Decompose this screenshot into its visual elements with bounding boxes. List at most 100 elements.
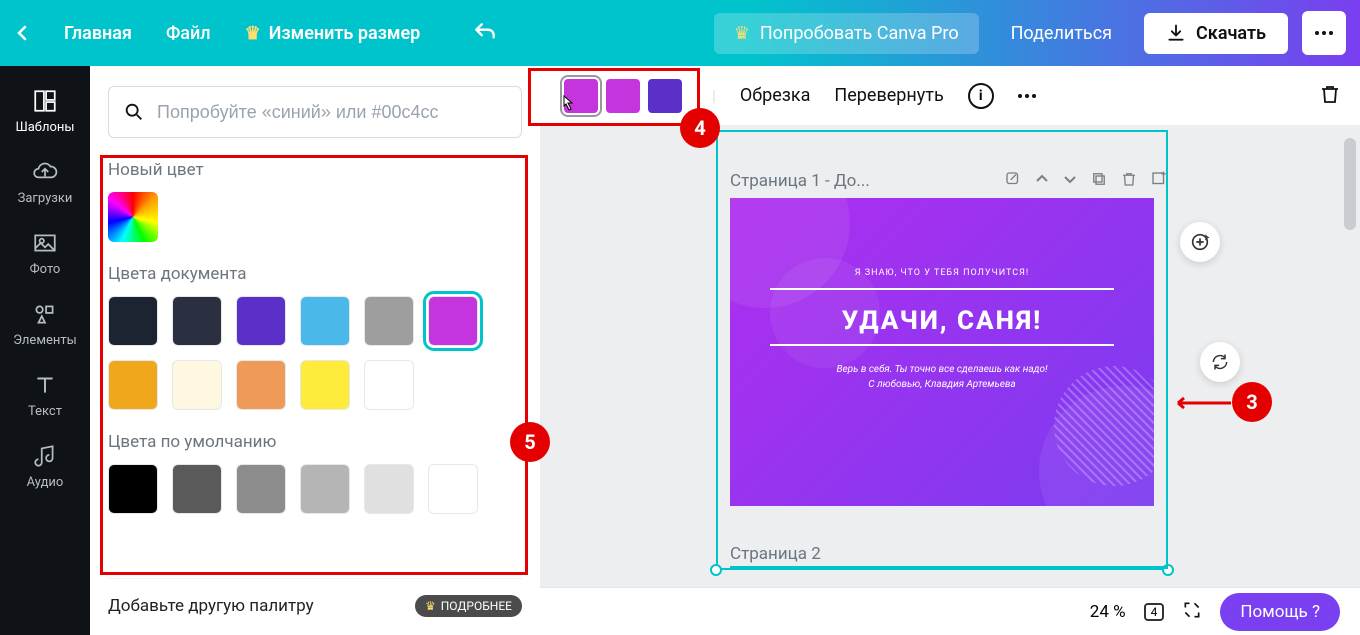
zoom-level[interactable]: 24 % bbox=[1090, 602, 1126, 622]
doc-color-swatch[interactable] bbox=[300, 296, 350, 346]
crown-icon: ♛ bbox=[425, 599, 436, 613]
color-panel: Новый цвет Цвета документа Цвета по умол… bbox=[90, 66, 540, 635]
page-count[interactable]: 4 bbox=[1144, 603, 1165, 621]
color-search[interactable] bbox=[108, 86, 522, 138]
plus-sparkle-icon bbox=[1189, 231, 1211, 253]
page-title: Страница 1 - До... bbox=[730, 171, 992, 191]
doc-color-swatch[interactable] bbox=[364, 360, 414, 410]
try-pro-button[interactable]: ♛ Попробовать Canva Pro bbox=[714, 13, 979, 54]
rail-audio[interactable]: Аудио bbox=[0, 431, 90, 502]
edit-title-button[interactable] bbox=[1004, 170, 1022, 192]
panel-footer: Добавьте другую палитру ♛ПОДРОБНЕЕ bbox=[108, 578, 522, 635]
doc-color-swatch[interactable] bbox=[364, 296, 414, 346]
design-sub: Верь в себя. Ты точно все сделаешь как н… bbox=[770, 362, 1114, 392]
search-icon bbox=[123, 101, 145, 123]
design-canvas[interactable]: Я ЗНАЮ, ЧТО У ТЕБЯ ПОЛУЧИТСЯ! УДАЧИ, САН… bbox=[730, 198, 1154, 506]
page-header: Страница 1 - До... bbox=[730, 170, 1168, 192]
undo-button[interactable] bbox=[472, 20, 498, 46]
fullscreen-button[interactable] bbox=[1182, 600, 1202, 624]
info-button[interactable]: i bbox=[968, 83, 994, 109]
doc-color-swatch[interactable] bbox=[428, 296, 478, 346]
gradient-colors bbox=[558, 73, 688, 119]
duplicate-page-button[interactable] bbox=[1090, 170, 1108, 192]
trash-icon bbox=[1318, 82, 1342, 106]
top-toolbar: Главная Файл ♛ Изменить размер ♛ Попробо… bbox=[0, 0, 1360, 66]
photo-icon bbox=[32, 230, 58, 256]
help-button[interactable]: Помощь ? bbox=[1220, 593, 1340, 631]
rail-elements-label: Элементы bbox=[13, 333, 76, 348]
rail-templates[interactable]: Шаблоны bbox=[0, 76, 90, 147]
fullscreen-icon bbox=[1182, 600, 1202, 620]
new-color-label: Новый цвет bbox=[108, 160, 522, 180]
doc-color-swatch[interactable] bbox=[236, 360, 286, 410]
add-page-button[interactable] bbox=[1150, 170, 1168, 192]
context-more-button[interactable] bbox=[1018, 94, 1036, 98]
doc-color-swatch[interactable] bbox=[108, 360, 158, 410]
canvas-area[interactable]: Страница 1 - До... Я ЗНАЮ, ЧТО У ТЕБЯ ПО… bbox=[540, 126, 1360, 635]
templates-icon bbox=[32, 88, 58, 114]
home-button[interactable]: Главная bbox=[64, 23, 132, 44]
vertical-scrollbar[interactable] bbox=[1344, 138, 1356, 230]
flip-button[interactable]: Перевернуть bbox=[834, 85, 943, 106]
context-toolbar: | Обрезка Перевернуть i bbox=[540, 66, 1360, 126]
default-color-swatch[interactable] bbox=[428, 464, 478, 514]
left-rail: Шаблоны Загрузки Фото Элементы Текст Ауд… bbox=[0, 66, 90, 635]
crown-icon: ♛ bbox=[245, 23, 261, 44]
design-toptext: Я ЗНАЮ, ЧТО У ТЕБЯ ПОЛУЧИТСЯ! bbox=[770, 268, 1114, 278]
sync-fab[interactable] bbox=[1200, 342, 1240, 382]
resize-label: Изменить размер bbox=[269, 23, 421, 44]
gradient-color-3[interactable] bbox=[648, 79, 682, 113]
selection-handle[interactable] bbox=[710, 564, 722, 576]
toolbar-left: Главная Файл ♛ Изменить размер bbox=[14, 20, 498, 46]
doc-color-swatch[interactable] bbox=[172, 360, 222, 410]
share-button[interactable]: Поделиться bbox=[993, 13, 1130, 54]
doc-colors-label: Цвета документа bbox=[108, 264, 522, 284]
default-color-swatch[interactable] bbox=[108, 464, 158, 514]
rail-uploads[interactable]: Загрузки bbox=[0, 147, 90, 218]
file-button[interactable]: Файл bbox=[166, 23, 211, 44]
download-label: Скачать bbox=[1196, 23, 1266, 44]
dots-icon bbox=[1018, 94, 1036, 98]
more-pro-badge[interactable]: ♛ ПОДРОБНЕЕ bbox=[415, 595, 522, 617]
resize-button[interactable]: ♛ Изменить размер bbox=[245, 23, 421, 44]
delete-button[interactable] bbox=[1318, 82, 1342, 110]
doc-color-swatch[interactable] bbox=[172, 296, 222, 346]
default-color-swatch[interactable] bbox=[236, 464, 286, 514]
chevron-left-icon bbox=[14, 25, 30, 41]
gradient-color-2[interactable] bbox=[606, 79, 640, 113]
more-label: ПОДРОБНЕЕ bbox=[441, 599, 512, 613]
rail-audio-label: Аудио bbox=[27, 475, 64, 490]
default-color-swatch[interactable] bbox=[364, 464, 414, 514]
doc-color-swatch[interactable] bbox=[236, 296, 286, 346]
page-down-button[interactable] bbox=[1062, 171, 1078, 191]
audio-icon bbox=[32, 443, 58, 469]
toolbar-right: ♛ Попробовать Canva Pro Поделиться Скача… bbox=[714, 11, 1346, 55]
design-content: Я ЗНАЮ, ЧТО У ТЕБЯ ПОЛУЧИТСЯ! УДАЧИ, САН… bbox=[770, 268, 1114, 392]
delete-page-button[interactable] bbox=[1120, 170, 1138, 192]
try-pro-label: Попробовать Canva Pro bbox=[760, 23, 959, 44]
default-color-swatch[interactable] bbox=[300, 464, 350, 514]
rail-photos[interactable]: Фото bbox=[0, 218, 90, 289]
default-color-swatch[interactable] bbox=[172, 464, 222, 514]
default-colors-label: Цвета по умолчанию bbox=[108, 432, 522, 452]
back-button[interactable] bbox=[14, 25, 30, 41]
rail-elements[interactable]: Элементы bbox=[0, 289, 90, 360]
download-icon bbox=[1166, 23, 1186, 43]
doc-color-swatch[interactable] bbox=[300, 360, 350, 410]
page2-divider bbox=[730, 566, 1168, 569]
download-button[interactable]: Скачать bbox=[1144, 13, 1288, 54]
doc-color-swatch[interactable] bbox=[108, 296, 158, 346]
sync-icon bbox=[1210, 352, 1230, 372]
color-search-input[interactable] bbox=[157, 102, 507, 123]
rail-text[interactable]: Текст bbox=[0, 360, 90, 431]
add-element-fab[interactable] bbox=[1180, 222, 1220, 262]
more-menu-button[interactable] bbox=[1302, 11, 1346, 55]
gradient-color-1[interactable] bbox=[564, 79, 598, 113]
rail-templates-label: Шаблоны bbox=[15, 120, 74, 135]
crop-button[interactable]: Обрезка bbox=[740, 85, 811, 106]
page-up-button[interactable] bbox=[1034, 171, 1050, 191]
color-picker-trigger[interactable] bbox=[108, 192, 158, 242]
rail-uploads-label: Загрузки bbox=[18, 191, 73, 206]
divider-line bbox=[770, 344, 1114, 346]
crown-icon: ♛ bbox=[734, 23, 750, 44]
